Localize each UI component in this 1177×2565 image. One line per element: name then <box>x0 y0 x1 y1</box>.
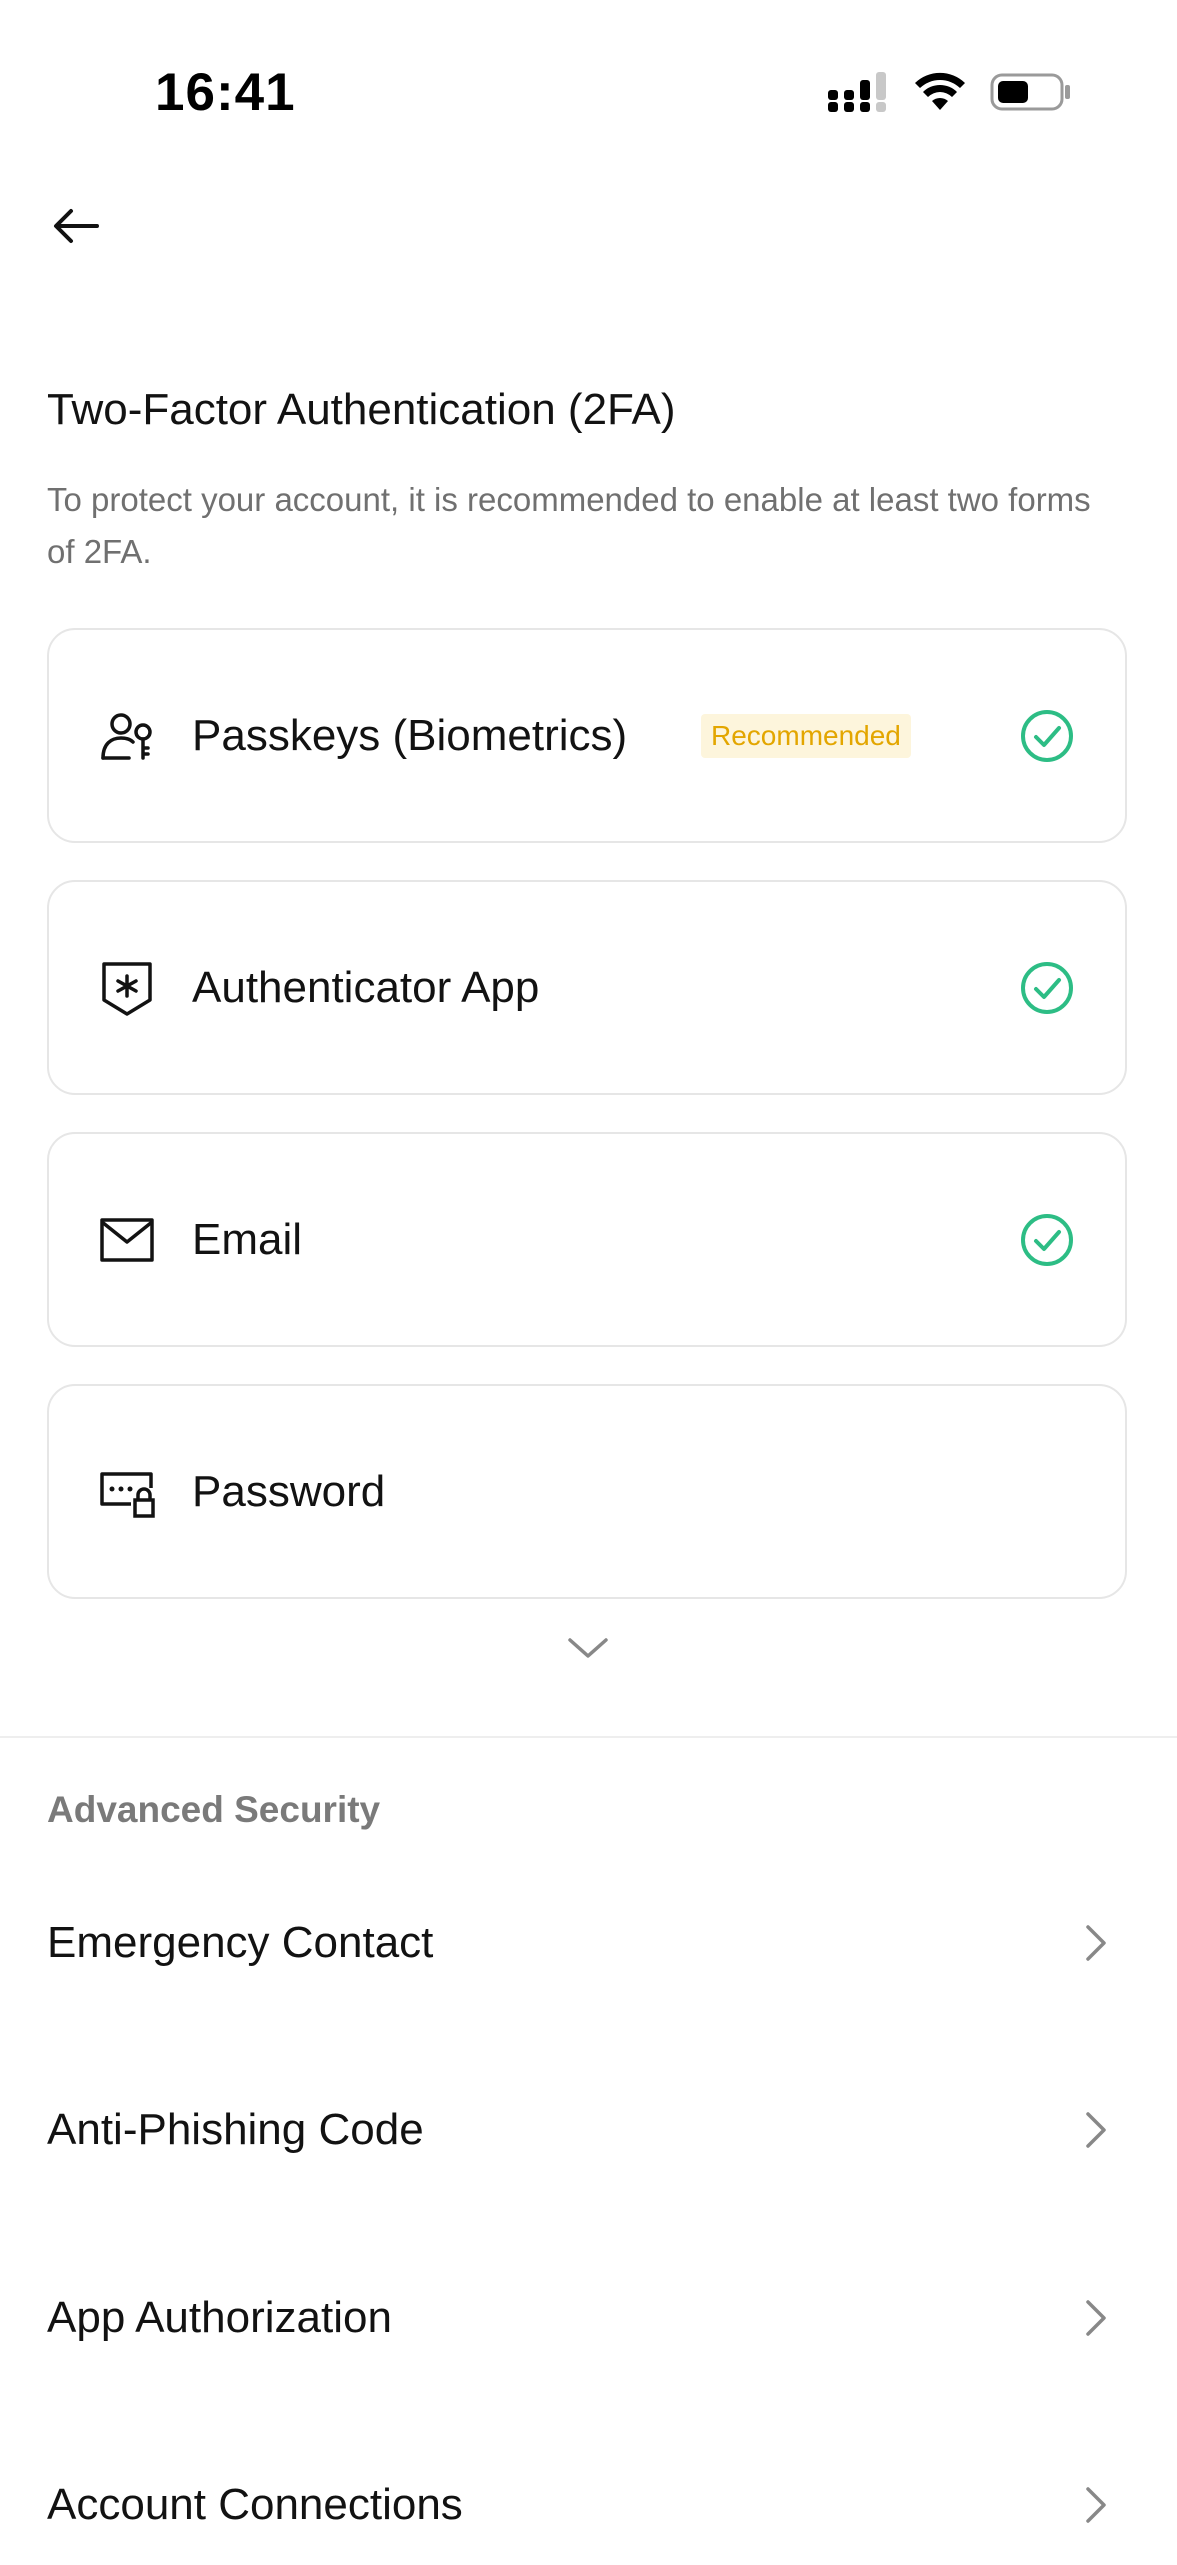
user-key-icon <box>99 708 155 764</box>
method-card-passkeys[interactable]: Passkeys (Biometrics) Recommended <box>47 628 1127 843</box>
recommended-badge: Recommended <box>701 713 911 758</box>
row-label: Anti-Phishing Code <box>47 2105 424 2154</box>
cellular-signal-icon <box>828 71 890 117</box>
row-label: Account Connections <box>47 2480 463 2529</box>
status-icons <box>828 70 1072 118</box>
row-label: App Authorization <box>47 2293 392 2342</box>
expand-methods-button[interactable] <box>562 1630 614 1670</box>
status-time: 16:41 <box>155 63 296 122</box>
shield-asterisk-icon <box>99 960 155 1016</box>
chevron-right-icon <box>1081 2296 1111 2340</box>
check-circle-icon <box>1019 708 1075 764</box>
page-title: Two-Factor Authentication (2FA) <box>47 385 676 434</box>
page-description: To protect your account, it is recommend… <box>47 481 1091 570</box>
section-title-advanced-security: Advanced Security <box>47 1789 381 1830</box>
method-label: Passkeys (Biometrics) <box>192 710 628 760</box>
method-label: Password <box>192 1466 386 1516</box>
back-button[interactable] <box>40 192 112 264</box>
row-emergency-contact[interactable]: Emergency Contact <box>47 1883 1127 2003</box>
check-circle-icon <box>1019 1212 1075 1268</box>
chevron-right-icon <box>1081 2108 1111 2152</box>
row-anti-phishing-code[interactable]: Anti-Phishing Code <box>47 2070 1127 2190</box>
battery-icon <box>990 72 1072 117</box>
row-label: Emergency Contact <box>47 1918 434 1967</box>
chevron-down-icon <box>566 1634 610 1667</box>
method-card-email[interactable]: Email <box>47 1132 1127 1347</box>
method-label: Authenticator App <box>192 962 540 1012</box>
chevron-right-icon <box>1081 1921 1111 1965</box>
method-card-authenticator[interactable]: Authenticator App <box>47 880 1127 1095</box>
arrow-left-icon <box>51 206 101 251</box>
status-bar: 16:41 <box>0 0 1177 190</box>
wifi-icon <box>914 72 966 117</box>
section-divider <box>0 1736 1177 1738</box>
method-card-password[interactable]: Password <box>47 1384 1127 1599</box>
envelope-icon <box>99 1212 155 1268</box>
chevron-right-icon <box>1081 2483 1111 2527</box>
password-lock-icon <box>99 1464 155 1520</box>
row-app-authorization[interactable]: App Authorization <box>47 2258 1127 2378</box>
check-circle-icon <box>1019 960 1075 1016</box>
method-label: Email <box>192 1214 303 1264</box>
row-account-connections[interactable]: Account Connections <box>47 2445 1127 2565</box>
